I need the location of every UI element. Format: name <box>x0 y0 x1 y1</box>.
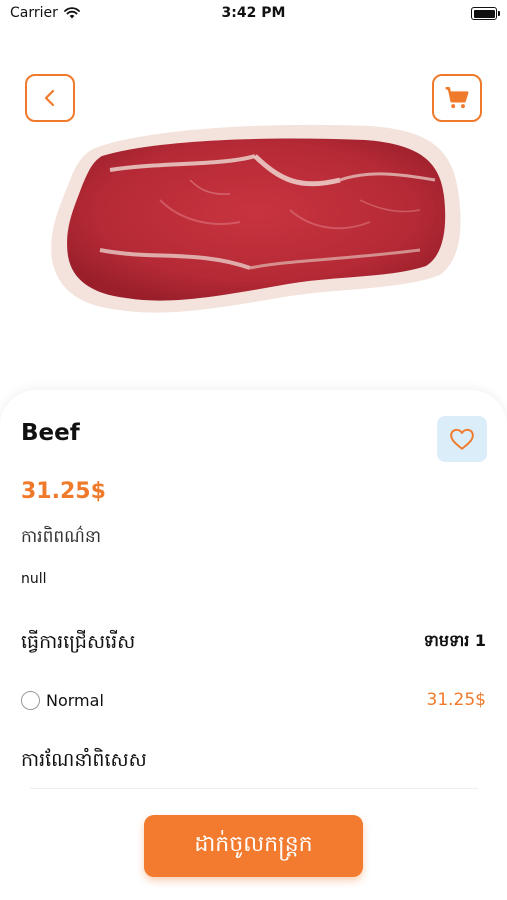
product-details-card: Beef 31.25$ ការពិពណ៌នា null ធ្វើការជ្រើស… <box>0 390 507 900</box>
required-label: ទាមទារ 1 <box>423 631 486 650</box>
option-label: Normal <box>46 691 104 710</box>
product-hero <box>0 30 507 410</box>
chevron-left-icon <box>44 89 55 107</box>
description-text: null <box>21 571 47 587</box>
battery-icon <box>471 7 500 20</box>
add-to-cart-button[interactable]: ដាក់ចូលកន្ត្រក <box>144 815 363 877</box>
cart-button[interactable] <box>432 74 482 122</box>
product-name: Beef <box>21 420 80 446</box>
option-price: 31.25$ <box>426 690 486 710</box>
description-label: ការពិពណ៌នា <box>21 527 102 547</box>
heart-icon <box>450 428 474 450</box>
radio-button[interactable] <box>21 691 40 710</box>
special-instructions-input[interactable] <box>30 788 478 789</box>
cart-icon <box>445 87 469 109</box>
special-instructions-label: ការណែនាំពិសេស <box>21 749 147 771</box>
status-bar: Carrier 3:42 PM <box>0 0 507 30</box>
favorite-button[interactable] <box>437 416 487 462</box>
product-price: 31.25$ <box>21 479 106 504</box>
back-button[interactable] <box>25 74 75 122</box>
option-normal[interactable]: Normal 31.25$ <box>21 689 486 715</box>
product-image <box>51 124 461 313</box>
status-time: 3:42 PM <box>221 5 286 21</box>
options-title: ធ្វើការជ្រើសរើស <box>21 631 136 653</box>
